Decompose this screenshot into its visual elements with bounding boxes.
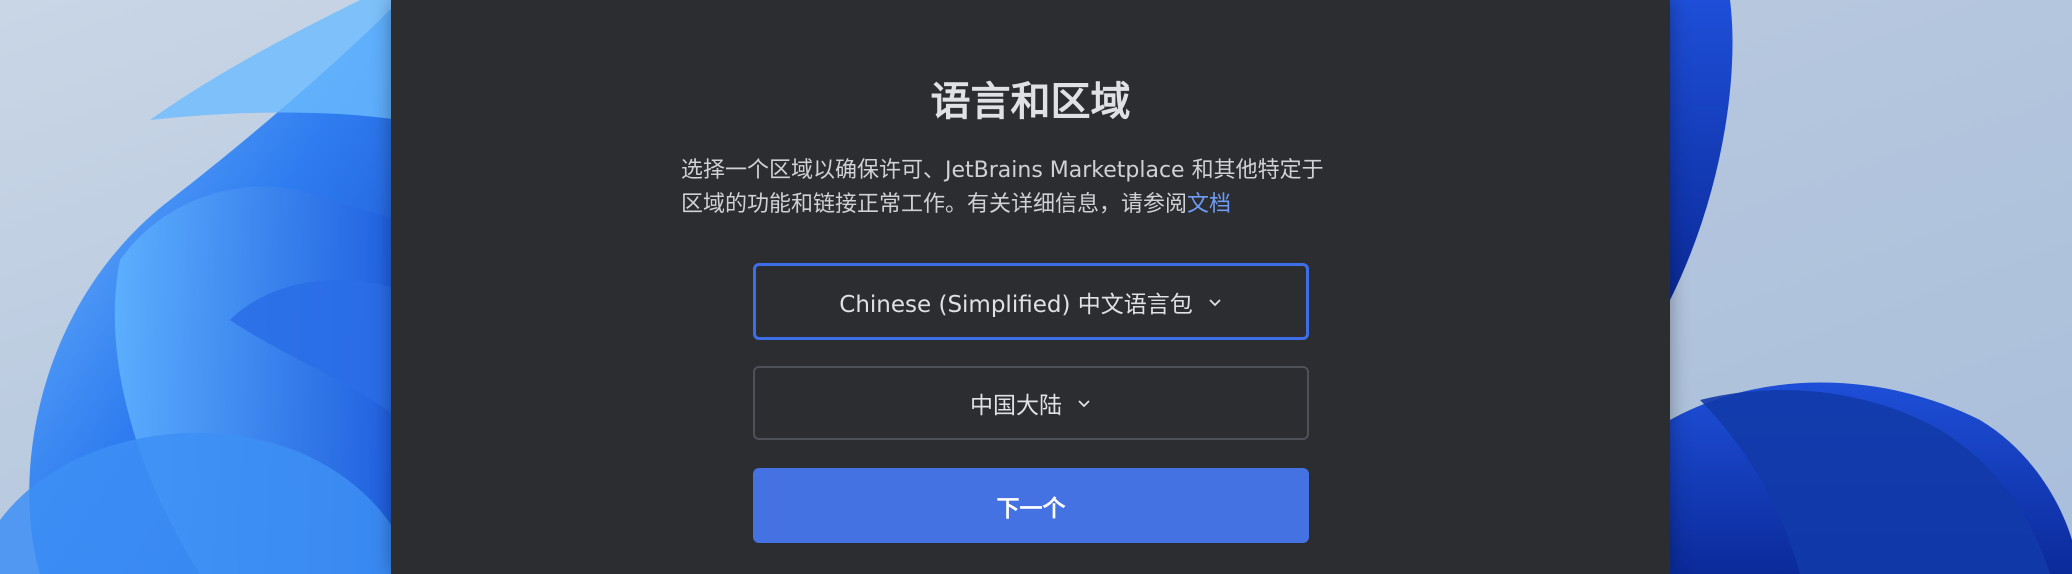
description-line-2: 区域的功能和链接正常工作。有关详细信息，请参阅 <box>681 192 1188 217</box>
language-select-value: Chinese (Simplified) 中文语言包 <box>839 291 1193 318</box>
dialog-description: 选择一个区域以确保许可、JetBrains Marketplace 和其他特定于… <box>681 154 1401 222</box>
dialog-title: 语言和区域 <box>930 79 1131 125</box>
region-select-value: 中国大陆 <box>970 393 1062 419</box>
language-select[interactable]: Chinese (Simplified) 中文语言包 <box>753 263 1309 340</box>
chevron-down-icon <box>1078 400 1090 408</box>
language-region-dialog: 语言和区域 选择一个区域以确保许可、JetBrains Marketplace … <box>391 0 1670 574</box>
region-select[interactable]: 中国大陆 <box>753 366 1309 440</box>
documentation-link[interactable]: 文档 <box>1187 192 1231 217</box>
description-line-1: 选择一个区域以确保许可、JetBrains Marketplace 和其他特定于 <box>681 158 1324 183</box>
next-button[interactable]: 下一个 <box>753 468 1309 543</box>
chevron-down-icon <box>1209 298 1221 306</box>
desktop-background: 语言和区域 选择一个区域以确保许可、JetBrains Marketplace … <box>0 0 2072 574</box>
